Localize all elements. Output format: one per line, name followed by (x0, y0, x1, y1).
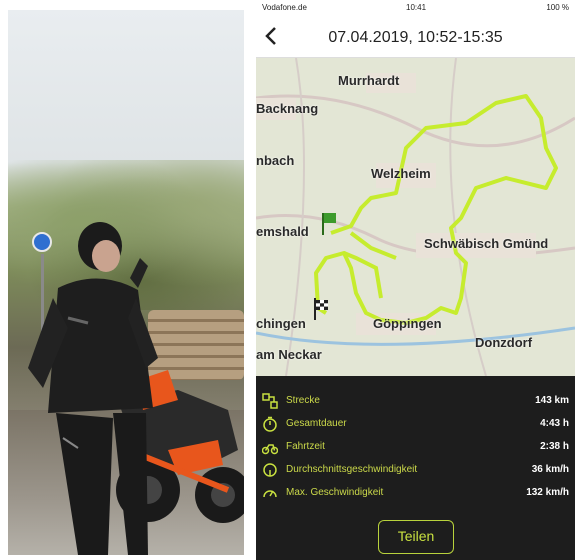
town-label: Murrhardt (338, 73, 400, 88)
motorbike-icon (262, 444, 278, 455)
town-label: Donzdorf (475, 335, 533, 350)
stat-value: 143 km (535, 395, 569, 406)
town-label: Göppingen (373, 316, 442, 331)
stat-row-average-speed: Durchschnittsgeschwindigkeit 36 km/h (256, 459, 575, 482)
stat-value: 2:38 h (540, 441, 569, 452)
town-label: nbach (256, 153, 295, 168)
town-label: emshald (256, 224, 309, 239)
speedometer-icon (263, 490, 277, 498)
battery-level: 100 % (546, 3, 569, 12)
route-map[interactable]: Murrhardt Backnang nbach Welzheim emshal… (256, 58, 575, 376)
town-label: chingen (256, 316, 306, 331)
stat-value: 132 km/h (526, 487, 569, 498)
clock: 10:41 (406, 3, 427, 12)
carrier-label: Vodafone.de (262, 3, 307, 12)
stat-row-distance: Strecke 143 km (256, 390, 575, 413)
stat-label: Strecke (286, 395, 320, 406)
share-button[interactable]: Teilen (378, 520, 454, 554)
stopwatch-icon (263, 416, 277, 432)
average-speed-icon (263, 463, 277, 477)
stat-label: Max. Geschwindigkeit (286, 487, 384, 498)
stat-label: Gesamtdauer (286, 418, 347, 429)
rider-photo (8, 10, 244, 555)
stat-value: 4:43 h (540, 418, 569, 429)
stat-row-max-speed: Max. Geschwindigkeit 132 km/h (256, 482, 575, 505)
rider-figure (28, 222, 158, 555)
stat-label: Durchschnittsgeschwindigkeit (286, 464, 418, 475)
town-label: am Neckar (256, 347, 322, 362)
route-icon (262, 393, 278, 409)
town-label: Schwäbisch Gmünd (424, 236, 549, 251)
top-bar: 07.04.2019, 10:52-15:35 (256, 16, 575, 58)
screenshot-root: Vodafone.de 10:41 100 % 07.04.2019, 10:5… (0, 0, 575, 560)
town-label: Welzheim (371, 166, 431, 181)
stat-row-ride-time: Fahrtzeit 2:38 h (256, 436, 575, 459)
phone-screen: Vodafone.de 10:41 100 % 07.04.2019, 10:5… (256, 0, 575, 560)
stat-value: 36 km/h (531, 464, 569, 475)
status-bar: Vodafone.de 10:41 100 % (256, 0, 575, 16)
stat-label: Fahrtzeit (286, 441, 325, 452)
trip-date-title: 07.04.2019, 10:52-15:35 (328, 29, 503, 46)
town-label: Backnang (256, 101, 319, 116)
stat-row-total-duration: Gesamtdauer 4:43 h (256, 413, 575, 436)
